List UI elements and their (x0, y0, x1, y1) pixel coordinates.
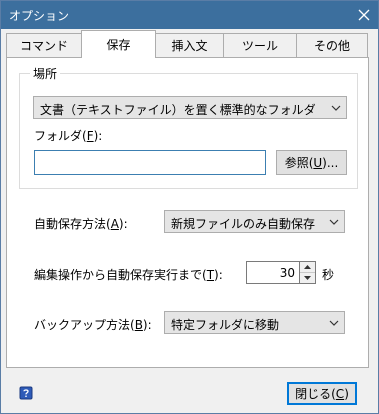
close-label-key: C (335, 386, 345, 401)
close-label-pre: 閉じる( (295, 387, 336, 401)
autosave-delay-label-key: T (206, 268, 215, 282)
autosave-delay-label-post: ): (214, 268, 223, 282)
backup-method-label-key: B (134, 318, 143, 332)
autosave-delay-label: 編集操作から自動保存実行まで(T): (34, 266, 223, 283)
location-select-value: 文書（テキストファイル）を置く標準的なフォルダ (40, 103, 316, 117)
tab-label: ツール (241, 39, 278, 53)
browse-label-post: )... (322, 155, 339, 170)
autosave-delay-value: 30 (279, 266, 295, 280)
folder-label-key: F (86, 129, 94, 143)
autosave-method-value: 新規ファイルのみ自動保存 (171, 217, 316, 231)
save-tab-panel: 場所 文書（テキストファイル）を置く標準的なフォルダ フォルダ(F): 参照(U… (6, 57, 369, 368)
browse-label-key: U (313, 155, 323, 170)
folder-label-post: ): (93, 129, 103, 143)
backup-method-label-post: ): (142, 318, 152, 332)
backup-method-label: バックアップ方法(B): (34, 316, 152, 333)
browse-button[interactable]: 参照(U)... (276, 150, 347, 175)
tab-label: 挿入文 (171, 39, 208, 53)
backup-method-select[interactable]: 特定フォルダに移動 (164, 311, 345, 334)
tab-tools[interactable]: ツール (223, 33, 297, 57)
window-title: オプション (9, 9, 70, 23)
folder-label-pre: フォルダ( (34, 129, 87, 143)
help-icon[interactable] (19, 386, 33, 400)
spin-down-icon[interactable] (300, 273, 315, 284)
tab-insert-text[interactable]: 挿入文 (155, 33, 224, 57)
location-group: 場所 文書（テキストファイル）を置く標準的なフォルダ フォルダ(F): 参照(U… (19, 65, 358, 189)
chevron-down-icon (326, 312, 342, 333)
autosave-method-label: 自動保存方法(A): (34, 215, 128, 232)
browse-label-pre: 参照( (284, 156, 314, 170)
title-bar[interactable]: オプション (1, 1, 378, 29)
location-select[interactable]: 文書（テキストファイル）を置く標準的なフォルダ (33, 96, 347, 119)
close-label-post: ) (344, 386, 349, 401)
spin-up-icon[interactable] (300, 262, 315, 273)
tab-label: その他 (313, 39, 350, 53)
autosave-method-label-key: A (110, 217, 119, 231)
folder-label: フォルダ(F): (34, 127, 102, 144)
autosave-delay-label-pre: 編集操作から自動保存実行まで( (34, 268, 207, 282)
backup-method-label-pre: バックアップ方法( (34, 318, 135, 332)
options-dialog: オプション コマンド 保存 挿入文 ツール その他 場所 文書（テキストファイル… (0, 0, 379, 414)
tab-command[interactable]: コマンド (6, 33, 82, 57)
tab-label: 保存 (106, 38, 131, 52)
autosave-delay-unit: 秒 (322, 268, 335, 282)
tab-label: コマンド (19, 39, 68, 53)
autosave-delay-input[interactable]: 30 (246, 261, 300, 284)
close-button[interactable]: 閉じる(C) (287, 382, 357, 405)
folder-path-input[interactable] (34, 150, 266, 175)
autosave-method-label-post: ): (118, 217, 128, 231)
tab-other[interactable]: その他 (296, 33, 368, 57)
tab-save[interactable]: 保存 (81, 30, 156, 58)
chevron-down-icon (326, 211, 342, 232)
location-group-legend: 場所 (30, 65, 61, 82)
autosave-delay-stepper (299, 261, 316, 284)
autosave-method-label-pre: 自動保存方法( (34, 217, 111, 231)
tab-strip: コマンド 保存 挿入文 ツール その他 (6, 30, 368, 58)
chevron-down-icon (328, 97, 344, 118)
close-icon[interactable] (350, 1, 378, 29)
autosave-method-select[interactable]: 新規ファイルのみ自動保存 (164, 210, 345, 233)
backup-method-value: 特定フォルダに移動 (171, 318, 280, 332)
